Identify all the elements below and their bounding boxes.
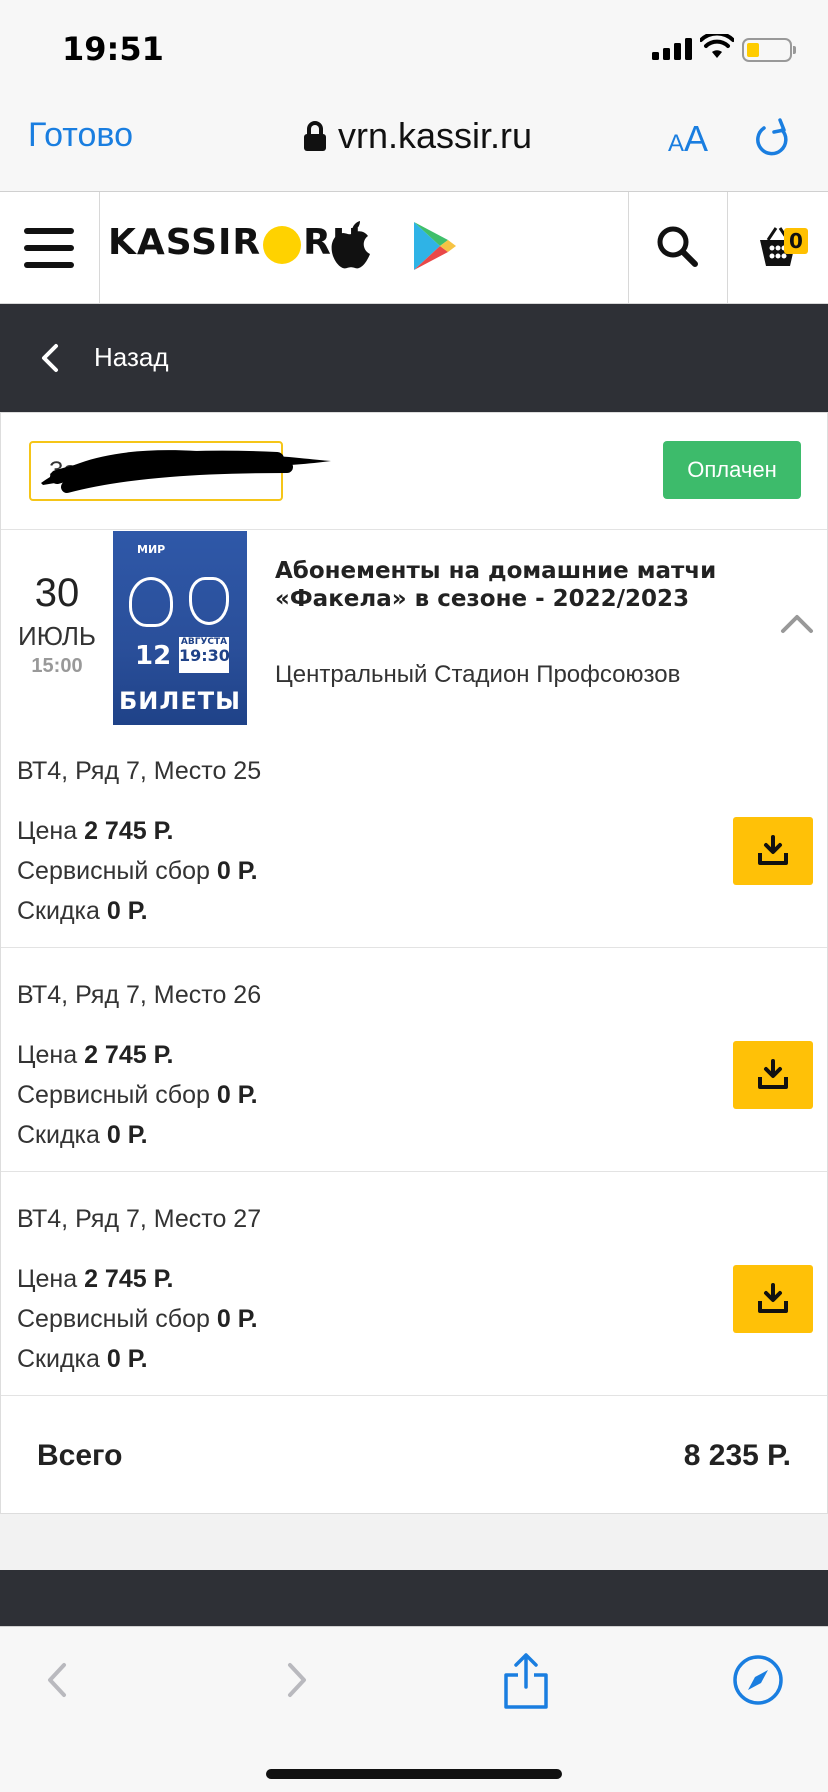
download-icon: [758, 835, 788, 865]
poster-brand: МИР: [137, 543, 166, 556]
divider: [1, 529, 827, 530]
ural-crest-icon: [189, 577, 229, 625]
done-button[interactable]: Готово: [28, 116, 133, 155]
search-icon: [657, 226, 698, 267]
status-bar: 19:51: [0, 0, 828, 96]
home-indicator: [266, 1769, 562, 1779]
safari-forward-icon[interactable]: [266, 1649, 326, 1711]
event-venue: Центральный Стадион Профсоюзов: [275, 661, 681, 688]
ticket-fee: Сервисный сбор 0 Р.: [17, 1081, 258, 1109]
compass-icon[interactable]: [728, 1649, 788, 1711]
ticket-price: Цена 2 745 Р.: [17, 1265, 174, 1293]
cart-count-badge: 0: [784, 228, 808, 254]
site-footer: [0, 1570, 828, 1626]
site-header: KASSIRRU 0: [0, 192, 828, 304]
download-ticket-button[interactable]: [733, 817, 813, 885]
url-text: vrn.kassir.ru: [338, 115, 533, 156]
safari-back-icon[interactable]: [28, 1649, 88, 1711]
download-icon: [758, 1283, 788, 1313]
site-logo[interactable]: KASSIRRU: [108, 222, 362, 264]
back-arrow-icon: [42, 344, 58, 372]
ticket-seat: ВТ4, Ряд 7, Место 26: [17, 981, 262, 1009]
ticket-discount: Скидка 0 Р.: [17, 897, 148, 925]
back-bar[interactable]: Назад: [0, 304, 828, 412]
poster-label: БИЛЕТЫ: [119, 687, 241, 715]
menu-icon[interactable]: [0, 192, 100, 303]
smile-logo-icon: [263, 225, 302, 264]
ticket-row: ВТ4, Ряд 7, Место 25 Цена 2 745 Р. Серви…: [1, 725, 827, 949]
ticket-seat: ВТ4, Ряд 7, Место 25: [17, 757, 262, 785]
share-icon[interactable]: [496, 1649, 556, 1711]
order-card: За Оплачен 30 ИЮЛЬ 15:00 МИР 12 АВГУСТА …: [0, 412, 828, 1514]
cart-button[interactable]: 0: [728, 192, 828, 303]
url-field[interactable]: vrn.kassir.ru: [304, 114, 532, 158]
poster-date-box: АВГУСТА 19:30: [179, 637, 230, 673]
status-time: 19:51: [62, 30, 164, 68]
search-button[interactable]: [628, 192, 728, 303]
divider: [1, 1171, 827, 1172]
event-poster[interactable]: МИР 12 АВГУСТА 19:30 БИЛЕТЫ: [113, 531, 247, 725]
download-ticket-button[interactable]: [733, 1041, 813, 1109]
event-time: 15:00: [31, 655, 83, 677]
apple-icon[interactable]: [328, 220, 374, 272]
redaction-scribble: [41, 450, 331, 493]
download-icon: [758, 1059, 788, 1089]
ticket-row: ВТ4, Ряд 7, Место 27 Цена 2 745 Р. Серви…: [1, 1173, 827, 1397]
event-month: ИЮЛЬ: [18, 621, 96, 651]
event-day: 30: [34, 571, 80, 615]
download-ticket-button[interactable]: [733, 1265, 813, 1333]
lock-icon: [304, 121, 326, 151]
ticket-seat: ВТ4, Ряд 7, Место 27: [17, 1205, 262, 1233]
wifi-icon: [700, 34, 734, 58]
browser-toolbar: [0, 1626, 828, 1792]
ticket-discount: Скидка 0 Р.: [17, 1121, 148, 1149]
ticket-price: Цена 2 745 Р.: [17, 1041, 174, 1069]
fakel-crest-icon: [129, 577, 173, 627]
back-label: Назад: [94, 342, 169, 372]
text-size-button[interactable]: AA: [668, 118, 708, 160]
total-value: 8 235 Р.: [683, 1439, 791, 1472]
paid-status-badge: Оплачен: [663, 441, 801, 499]
ticket-fee: Сервисный сбор 0 Р.: [17, 857, 258, 885]
total-label: Всего: [37, 1439, 123, 1472]
google-play-icon[interactable]: [410, 220, 458, 272]
ticket-fee: Сервисный сбор 0 Р.: [17, 1305, 258, 1333]
battery-icon: [742, 38, 796, 62]
browser-address-bar: Готово vrn.kassir.ru AA: [0, 96, 828, 192]
ticket-price: Цена 2 745 Р.: [17, 817, 174, 845]
cellular-signal-icon: [652, 38, 692, 60]
divider: [1, 947, 827, 948]
poster-day: 12: [135, 641, 172, 671]
divider: [1, 1395, 827, 1396]
reload-icon[interactable]: [752, 116, 792, 160]
chevron-up-icon[interactable]: [779, 611, 815, 635]
event-title[interactable]: Абонементы на домашние матчи «Факела» в …: [275, 557, 805, 613]
ticket-discount: Скидка 0 Р.: [17, 1345, 148, 1373]
ticket-row: ВТ4, Ряд 7, Место 26 Цена 2 745 Р. Серви…: [1, 949, 827, 1173]
